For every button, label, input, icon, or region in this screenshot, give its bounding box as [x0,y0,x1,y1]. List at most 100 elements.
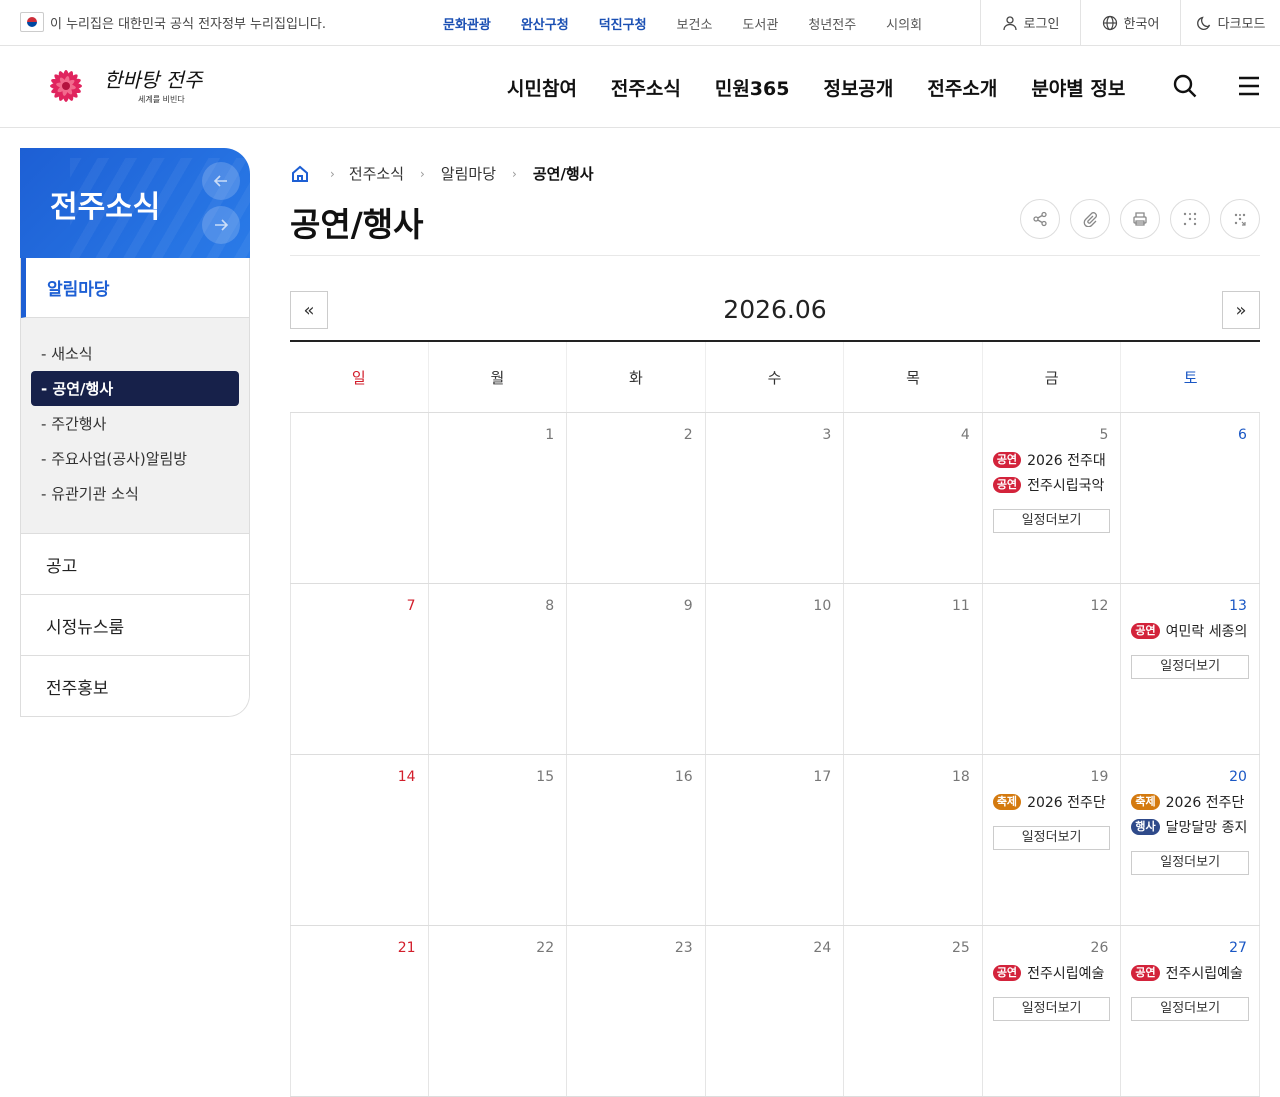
calendar-day-cell: 7 [290,584,429,754]
event-item[interactable]: 공연 전주시립예술 [1131,960,1249,985]
event-item[interactable]: 공연 전주시립국악 [992,472,1111,497]
event-title: 전주시립국악 [1027,477,1105,494]
gnb-item-civil[interactable]: 민원365 [715,74,790,101]
submenu-item-weekly[interactable]: - 주간행사 [31,406,239,441]
calendar-day-cell: 18 [844,755,983,925]
zoom-out-button[interactable] [1220,199,1260,239]
weekday-sat: 토 [1183,368,1198,387]
event-category-badge: 행사 [1131,818,1160,835]
sidebar-current-menu[interactable]: 알림마당 [21,258,249,318]
logo-text: 한바탕 전주 [104,68,203,92]
event-category-badge: 공연 [992,451,1022,468]
home-icon[interactable] [290,164,310,184]
day-events: 공연 여민락 세종의일정더보기 [1131,618,1249,679]
event-item[interactable]: 공연 2026 전주대 [992,447,1111,472]
day-events: 공연 2026 전주대공연 전주시립국악일정더보기 [992,447,1111,533]
site-link-youth[interactable]: 청년전주 [808,14,856,33]
calendar-day-cell: 9 [567,584,706,754]
language-button[interactable]: 한국어 [1080,0,1180,45]
event-item[interactable]: 축제 2026 전주단 [1131,789,1249,814]
sidebar-item-newsroom[interactable]: 시정뉴스룸 [21,594,249,655]
paperclip-icon [1083,212,1097,227]
site-link-council[interactable]: 시의회 [886,14,922,33]
gnb-item-participation[interactable]: 시민참여 [507,74,577,101]
sidebar-item-promotion[interactable]: 전주홍보 [21,655,249,716]
sidebar-next-button[interactable] [202,206,240,244]
submenu-item-label: 새소식 [51,345,93,363]
login-button[interactable]: 로그인 [980,0,1080,45]
more-schedule-button[interactable]: 일정더보기 [992,509,1111,533]
darkmode-button[interactable]: 다크모드 [1180,0,1280,45]
zoom-in-button[interactable] [1170,199,1210,239]
site-link-library[interactable]: 도서관 [742,14,778,33]
gov-notice: 이 누리집은 대한민국 공식 전자정부 누리집입니다. [20,12,326,32]
day-number: 5 [1099,427,1109,443]
day-number: 22 [536,940,555,956]
collapse-icon [1234,213,1246,226]
next-month-button[interactable]: » [1222,291,1260,329]
breadcrumb-level1[interactable]: 전주소식 [349,163,404,184]
site-link-culture[interactable]: 문화관광 [443,14,491,33]
event-title: 전주시립예술 [1165,965,1243,982]
site-link-wansan[interactable]: 완산구청 [521,14,569,33]
prev-month-button[interactable]: « [290,291,328,329]
more-schedule-button[interactable]: 일정더보기 [1131,997,1249,1021]
sidebar-item-notice[interactable]: 공고 [21,533,249,594]
expand-icon [1183,212,1197,226]
submenu-item-agencies[interactable]: - 유관기관 소식 [31,476,239,511]
submenu-dash: - [41,379,53,398]
calendar-week: 1 2 3 4 5 공연 2026 전주대 공연 전주시립국악 일정더보기 6 [290,413,1260,584]
event-item[interactable]: 공연 여민락 세종의 [1131,618,1249,643]
more-schedule-button[interactable]: 일정더보기 [992,826,1111,850]
page-tools [1020,199,1260,239]
submenu-item-construction[interactable]: - 주요사업(공사)알림방 [31,441,239,476]
event-category-badge: 축제 [1131,793,1160,810]
event-category-badge: 공연 [1131,964,1160,981]
gnb-item-news[interactable]: 전주소식 [611,74,681,101]
search-icon[interactable] [1172,73,1198,99]
event-title: 2026 전주대 [1027,452,1106,469]
weekday-mon: 월 [429,342,568,412]
sidebar-prev-button[interactable] [202,162,240,200]
darkmode-label: 다크모드 [1217,17,1266,32]
printer-icon [1133,212,1147,226]
event-title: 2026 전주단 [1165,794,1245,811]
menu-icon[interactable] [1236,73,1262,99]
gnb-item-fields[interactable]: 분야별 정보 [1031,74,1125,101]
more-schedule-button[interactable]: 일정더보기 [992,997,1111,1021]
day-events: 공연 전주시립예술일정더보기 [992,960,1111,1021]
calendar-day-cell: 25 [844,926,983,1096]
sidebar-submenu: - 새소식 - 공연/행사 - 주간행사 - 주요사업(공사)알림방 - 유관기… [21,318,249,533]
site-link-health[interactable]: 보건소 [677,14,713,33]
more-schedule-button[interactable]: 일정더보기 [1131,655,1249,679]
event-item[interactable]: 행사 달망달망 종지 [1131,814,1249,839]
share-button[interactable] [1020,199,1060,239]
attach-button[interactable] [1070,199,1110,239]
submenu-item-news[interactable]: - 새소식 [31,336,239,371]
weekday-thu: 목 [844,342,983,412]
more-schedule-button[interactable]: 일정더보기 [1131,851,1249,875]
calendar-day-cell: 24 [706,926,845,1096]
day-number: 8 [545,598,555,614]
submenu-dash: - [41,344,52,363]
site-link-deokjin[interactable]: 덕진구청 [599,14,647,33]
calendar-week: 21 22 23 24 25 26 공연 전주시립예술 일정더보기 27 공연 전주시립예술 일정더보기 [290,926,1260,1097]
submenu-item-performance[interactable]: - 공연/행사 [31,371,239,406]
breadcrumb-level2[interactable]: 알림마당 [441,163,496,184]
gnb-item-about[interactable]: 전주소개 [927,74,997,101]
sidebar-title: 전주소식 [50,190,161,225]
print-button[interactable] [1120,199,1160,239]
calendar-day-cell: 20 축제 2026 전주단 행사 달망달망 종지 일정더보기 [1121,755,1260,925]
event-item[interactable]: 공연 전주시립예술 [992,960,1111,985]
calendar-day-cell: 6 [1121,413,1260,583]
day-number: 16 [674,769,693,785]
gnb-item-info[interactable]: 정보공개 [823,74,893,101]
calendar-grid: 일 월 화 수 목 금 토 1 2 3 4 5 공연 2026 전주대 공연 전주시립국악 일정더… [290,340,1260,1097]
day-number: 15 [536,769,555,785]
main-navigation: 시민참여 전주소식 민원365 정보공개 전주소개 분야별 정보 [490,74,1142,101]
day-number: 1 [545,427,555,443]
jeonju-logo[interactable]: 한바탕 전주 세계를 비빈다 [32,58,202,114]
event-item[interactable]: 축제 2026 전주단 [992,789,1111,814]
calendar-day-cell: 10 [706,584,845,754]
calendar-day-cell: 11 [844,584,983,754]
